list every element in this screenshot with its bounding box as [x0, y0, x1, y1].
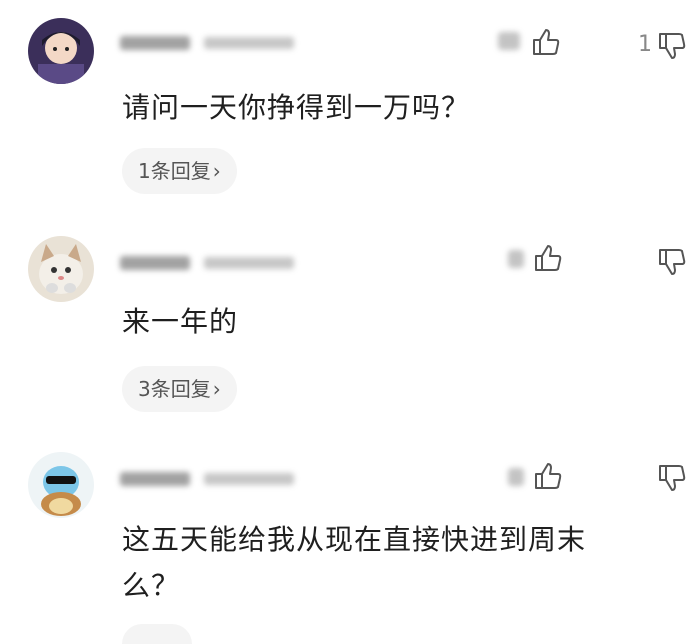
comment-text: 来一年的 [122, 305, 239, 338]
like-count-blurred [498, 32, 520, 50]
thumb-down-icon[interactable] [656, 462, 688, 494]
thumb-down-icon[interactable] [656, 30, 688, 62]
reply-count-label: 1条回复 [138, 159, 211, 183]
reply-count-button[interactable]: 3条回复 › [122, 366, 237, 412]
like-count-blurred [508, 468, 524, 486]
chevron-right-icon: › [212, 159, 221, 183]
username-blurred[interactable] [120, 468, 294, 488]
comment-text-line: 这五天能给我从现在直接快进到周末 [122, 523, 587, 556]
thumb-down-icon[interactable] [656, 246, 688, 278]
comment-text-line: 么？ [122, 569, 181, 602]
avatar[interactable] [28, 236, 94, 302]
username-blurred[interactable] [120, 252, 294, 272]
avatar[interactable] [28, 452, 94, 518]
reply-count-button[interactable]: 1条回复 › [122, 148, 237, 194]
username-blurred[interactable] [120, 32, 294, 52]
thumb-up-icon[interactable] [532, 242, 564, 274]
thumb-up-icon[interactable] [532, 460, 564, 492]
like-count-blurred [508, 250, 524, 268]
comment-text: 请问一天你挣得到一万吗？ [122, 91, 471, 124]
thumb-up-icon[interactable] [530, 26, 562, 58]
chevron-right-icon: › [212, 377, 221, 401]
reply-count-button[interactable] [122, 624, 192, 644]
dislike-count: 1 [638, 32, 652, 57]
avatar[interactable] [28, 18, 94, 84]
reply-count-label: 3条回复 [138, 377, 211, 401]
